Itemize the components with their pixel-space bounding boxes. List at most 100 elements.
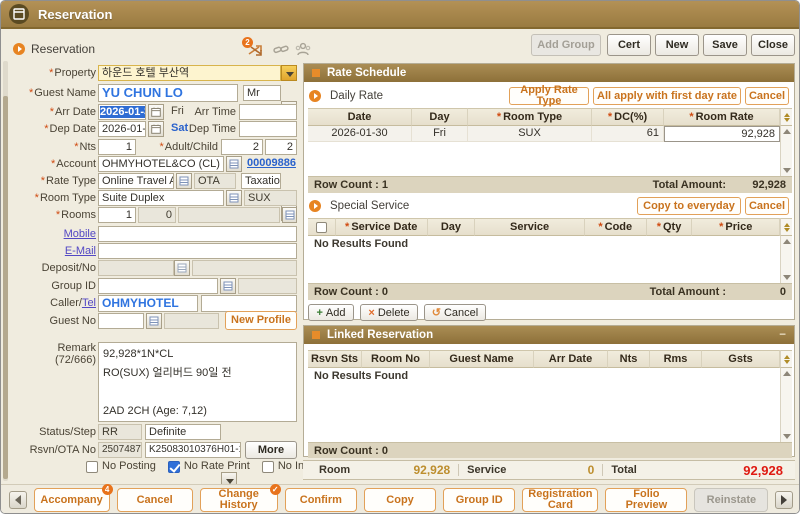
no-posting-checkbox[interactable] (86, 461, 98, 473)
remark-label: Remark (72/666) (9, 342, 96, 366)
mobile-field[interactable] (98, 226, 297, 242)
group-id-button[interactable]: Group ID (443, 488, 515, 512)
dep-date-field[interactable]: 2026-01-31 (98, 121, 146, 137)
cancel-row-button[interactable]: ↺Cancel (424, 304, 486, 321)
copy-to-everyday-button[interactable]: Copy to everyday (637, 197, 741, 215)
arr-date-calendar-icon[interactable] (148, 104, 164, 120)
daily-rate-cell-date[interactable]: 2026-01-30 (308, 126, 412, 142)
delete-row-button[interactable]: ×Delete (360, 304, 418, 321)
child-field[interactable]: 2 (265, 139, 297, 155)
room-type-field[interactable]: Suite Duplex (98, 190, 224, 206)
guest-name-field[interactable]: YU CHUN LO (98, 84, 238, 102)
arr-date-field[interactable]: 2026-01-30 (98, 104, 146, 120)
link-icon[interactable] (273, 43, 289, 60)
dep-date-calendar-icon[interactable] (148, 121, 164, 137)
step-field[interactable]: Definite (145, 424, 221, 440)
special-service-sort-control[interactable] (780, 218, 792, 236)
guest-title-field[interactable]: Mr (243, 85, 281, 101)
group-id-lookup-icon[interactable] (220, 278, 236, 294)
caller-tel-field[interactable] (201, 295, 297, 312)
ota-no-field[interactable]: K25083010376H01-1 (145, 442, 241, 458)
daily-rate-cell-day[interactable]: Fri (412, 126, 468, 142)
daily-rate-scrollbar[interactable] (780, 126, 792, 176)
account-number-link[interactable]: 00009886 (247, 157, 296, 169)
adult-field[interactable]: 2 (221, 139, 263, 155)
room-type-lookup-icon[interactable] (226, 190, 242, 206)
property-field[interactable]: 하운드 호텔 부산역 (98, 65, 281, 81)
cancel-button[interactable]: Cancel (117, 488, 193, 512)
col-qty: *Qty (647, 218, 693, 236)
guest-no-field[interactable] (98, 313, 144, 329)
group-id-field[interactable] (98, 278, 218, 294)
tel-link[interactable]: Tel (82, 297, 96, 309)
special-service-scrollbar[interactable] (780, 236, 792, 283)
no-information-checkbox[interactable] (262, 461, 274, 473)
group-id-label: Group ID (9, 278, 96, 294)
save-button[interactable]: Save (703, 34, 747, 56)
cert-button[interactable]: Cert (607, 34, 651, 56)
rooms-extra-field (178, 207, 280, 223)
accompany-button[interactable]: Accompany4 (34, 488, 110, 512)
daily-rate-grid: Date Day *Room Type *DC(%) *Room Rate 20… (308, 108, 792, 193)
special-service-total-value: 0 (726, 286, 786, 298)
toolbar-prev-button[interactable] (9, 491, 27, 509)
linked-reservation-scrollbar[interactable] (780, 368, 792, 442)
status-field: RR (98, 424, 142, 440)
rate-type-lookup-icon[interactable] (176, 173, 192, 189)
folio-preview-button[interactable]: Folio Preview (605, 488, 687, 512)
section-bullet-icon (13, 43, 25, 55)
group-person-icon[interactable] (295, 42, 311, 60)
dep-time-field[interactable] (239, 121, 297, 137)
close-button[interactable]: Close (751, 34, 795, 56)
add-row-button[interactable]: +Add (308, 304, 354, 321)
daily-rate-cell-dc[interactable]: 61 (592, 126, 664, 142)
daily-rate-cell-room-rate[interactable]: 92,928 (664, 126, 780, 142)
new-profile-button[interactable]: New Profile (225, 311, 297, 330)
confirm-button[interactable]: Confirm (285, 488, 357, 512)
left-scrollbar-thumb[interactable] (3, 96, 8, 479)
linked-reservation-panel: Linked Reservation − Rsvn Sts Room No Gu… (303, 325, 795, 457)
summary-total-label: Total (611, 464, 636, 476)
no-rate-print-checkbox[interactable] (168, 461, 180, 473)
new-button[interactable]: New (655, 34, 699, 56)
rate-type-field[interactable]: Online Travel Agent (98, 173, 174, 189)
col-code: *Code (585, 218, 647, 236)
mobile-label[interactable]: Mobile (9, 226, 96, 242)
special-service-cancel-button[interactable]: Cancel (745, 197, 789, 215)
toolbar-next-button[interactable] (775, 491, 793, 509)
account-field[interactable]: OHMYHOTEL&CO (CL) (98, 156, 224, 172)
rate-type-label: *Rate Type (9, 173, 96, 189)
change-history-button[interactable]: Change History✓ (200, 488, 278, 512)
arr-time-field[interactable] (239, 104, 297, 120)
caller-field[interactable]: OHMYHOTEL (98, 295, 198, 312)
left-scrollbar[interactable] (3, 61, 8, 481)
rate-type-code-field: OTA (194, 173, 236, 189)
registration-card-button[interactable]: Registration Card (522, 488, 598, 512)
daily-rate-total-value: 92,928 (726, 179, 786, 191)
rooms-lookup-icon[interactable] (282, 207, 297, 223)
apply-rate-type-button[interactable]: Apply Rate Type (509, 87, 589, 105)
email-field[interactable] (98, 243, 297, 259)
more-button[interactable]: More (245, 441, 297, 459)
taxation-field[interactable]: Taxation (241, 173, 281, 189)
collapse-icon[interactable]: − (779, 329, 786, 341)
rate-schedule-header-icon (312, 69, 320, 77)
account-lookup-icon[interactable] (226, 156, 242, 172)
remark-textarea[interactable]: 92,928*1N*CL RO(SUX) 얼리버드 90일 전 2AD 2CH … (98, 342, 297, 422)
linked-reservation-header-icon (312, 331, 320, 339)
daily-rate-bullet-icon (309, 90, 321, 102)
linked-reservation-sort-control[interactable] (780, 350, 792, 368)
daily-rate-cell-room-type[interactable]: SUX (468, 126, 592, 142)
nts-field[interactable]: 1 (98, 139, 136, 155)
copy-button[interactable]: Copy (364, 488, 436, 512)
col-select-all[interactable] (308, 218, 336, 236)
all-apply-first-day-rate-button[interactable]: All apply with first day rate (593, 87, 741, 105)
col-dc: *DC(%) (592, 108, 664, 126)
daily-rate-sort-control[interactable] (780, 108, 792, 126)
summary-total-value: 92,928 (637, 463, 795, 478)
property-dropdown-button[interactable] (281, 65, 297, 81)
email-label[interactable]: E-Mail (9, 243, 96, 259)
guest-no-lookup-icon[interactable] (146, 313, 162, 329)
rooms-field[interactable]: 1 (98, 207, 136, 223)
daily-rate-cancel-button[interactable]: Cancel (745, 87, 789, 105)
